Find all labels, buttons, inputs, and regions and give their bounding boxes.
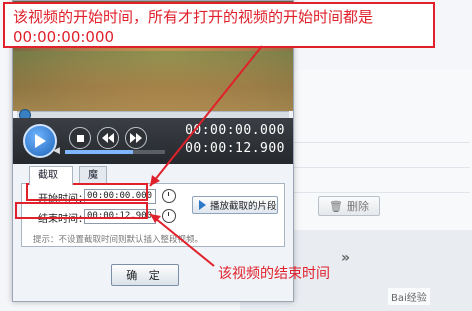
play-segment-button[interactable]: 播放截取的片段 (192, 196, 278, 214)
player-controls: ◀ 00:00:00.000 00:00:12.900 (13, 118, 293, 164)
next-frame-button[interactable] (125, 127, 147, 149)
delete-button[interactable]: 🗑 删除 (318, 196, 380, 216)
stop-icon (76, 134, 84, 142)
total-time: 00:00:12.900 (185, 141, 285, 156)
play-segment-label: 播放截取的片段 (210, 201, 277, 212)
tab-clip[interactable]: 截取 (29, 166, 73, 185)
play-button[interactable] (23, 124, 57, 158)
annotation-callout: 该视频的开始时间，所有才打开的视频的开始时间都是 00:00:00:000 (3, 2, 435, 48)
annotation-line-1: 该视频的开始时间，所有才打开的视频的开始时间都是 (13, 8, 374, 26)
volume-slider[interactable] (65, 150, 165, 154)
background-row (292, 170, 470, 193)
trash-icon: 🗑 (329, 199, 343, 213)
rewind-icon (102, 133, 114, 143)
watermark: Bai经验 (388, 288, 430, 305)
current-time: 00:00:00.000 (185, 123, 285, 138)
delete-button-label: 删除 (346, 200, 369, 213)
end-time-highlight (15, 202, 148, 219)
prev-frame-button[interactable] (97, 127, 119, 149)
ok-button[interactable]: 确 定 (111, 264, 179, 286)
background-row (292, 145, 470, 168)
stop-button[interactable] (69, 127, 91, 149)
play-icon (35, 134, 46, 148)
end-clock-icon[interactable] (162, 209, 176, 223)
play-icon (199, 200, 206, 210)
start-time-highlight (26, 183, 148, 201)
tab-magic[interactable]: 魔术功能 (79, 166, 107, 232)
annotation-line-2: 00:00:00:000 (13, 28, 115, 46)
start-clock-icon[interactable] (162, 189, 176, 203)
annotation-bottom: 该视频的结束时间 (218, 266, 330, 282)
volume-fill (65, 150, 133, 154)
seek-bar[interactable] (17, 109, 289, 121)
background-row (292, 120, 470, 143)
forward-icon (130, 133, 142, 143)
volume-icon[interactable]: ◀ (53, 146, 60, 156)
chevron-right-icon[interactable]: » (341, 250, 350, 266)
video-frame-overlay (13, 51, 293, 111)
hint-text: 提示：不设置截取时间则默认插入整段视频。 (33, 235, 204, 245)
